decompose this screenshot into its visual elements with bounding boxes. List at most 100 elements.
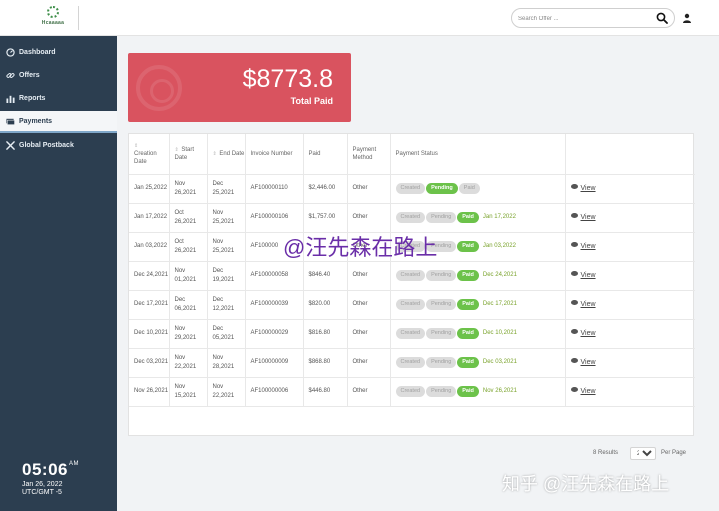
- payment-method-cell: Other: [347, 174, 391, 204]
- status-created-badge: Created: [395, 269, 426, 281]
- actions-cell: View: [565, 174, 695, 204]
- payment-method-cell: Other: [347, 290, 391, 320]
- end-date-cell: Dec 05,2021: [207, 319, 246, 349]
- clock-date: Jan 26, 2022: [22, 481, 63, 488]
- total-paid-label: Total Paid: [290, 96, 333, 106]
- logo-mark-icon: [47, 6, 59, 18]
- main-content: $8773.8 Total Paid ⇕ Creation Date ⇕ Star…: [117, 36, 697, 511]
- table-row: Jan 17,2022 Oct 26,2021 Nov 25,2021 AF10000…: [129, 203, 695, 233]
- view-label: View: [580, 242, 596, 250]
- view-invoice-link[interactable]: View: [570, 184, 596, 192]
- search-icon[interactable]: [656, 12, 668, 24]
- invoice-number-cell: AF100000106: [245, 203, 304, 233]
- status-created-badge: Created: [395, 211, 426, 223]
- status-created-badge: Created: [395, 385, 426, 397]
- per-page-label: Per Page: [661, 450, 687, 456]
- status-pending-badge: Pending: [426, 211, 457, 223]
- actions-cell: View: [565, 203, 695, 233]
- invoice-number-cell: AF100000110: [245, 174, 304, 204]
- paid-amount-cell: $846.40: [303, 261, 348, 291]
- column-header-actions: [565, 134, 695, 175]
- page-scrollbar[interactable]: [697, 36, 719, 511]
- start-date-cell: Nov 01,2021: [169, 261, 208, 291]
- status-paid-badge: Paid: [457, 240, 479, 252]
- actions-cell: View: [565, 377, 695, 407]
- sidebar-item-offers[interactable]: Offers: [0, 65, 117, 87]
- view-invoice-link[interactable]: View: [570, 213, 596, 221]
- payment-status-cell: Created Pending Paid Dec 10,2021: [390, 319, 566, 349]
- sidebar-item-reports[interactable]: Reports: [0, 88, 117, 110]
- eye-icon: [570, 300, 578, 306]
- status-paid-badge: Paid: [457, 385, 479, 397]
- sort-icon: ⇕: [212, 150, 217, 157]
- creation-date-cell: Dec 03,2021: [129, 348, 170, 378]
- paid-date: Jan 17,2022: [482, 213, 516, 220]
- table-header-row: ⇕ Creation Date ⇕ Start Date ⇕ End Date I…: [129, 134, 695, 175]
- total-paid-card: $8773.8 Total Paid: [128, 53, 351, 122]
- column-header-start-date[interactable]: ⇕ Start Date: [169, 134, 208, 175]
- payment-method-cell: Other: [347, 348, 391, 378]
- view-invoice-link[interactable]: View: [570, 300, 596, 308]
- status-created-badge: Created: [395, 356, 426, 368]
- sidebar-item-label: Global Postback: [19, 142, 74, 149]
- user-icon[interactable]: [682, 13, 692, 23]
- actions-cell: View: [565, 232, 695, 262]
- status-pending-badge: Pending: [426, 356, 457, 368]
- paid-amount-cell: $868.80: [303, 348, 348, 378]
- actions-cell: View: [565, 290, 695, 320]
- sidebar-item-label: Offers: [19, 72, 40, 79]
- payments-table: ⇕ Creation Date ⇕ Start Date ⇕ End Date I…: [129, 134, 695, 407]
- column-header-paid: Paid: [303, 134, 348, 175]
- table-row: Dec 24,2021 Nov 01,2021 Dec 19,2021 AF10000…: [129, 261, 695, 291]
- view-invoice-link[interactable]: View: [570, 242, 596, 250]
- payment-status-cell: Created Pending Paid Dec 24,2021: [390, 261, 566, 291]
- table-row: Jan 25,2022 Nov 26,2021 Dec 25,2021 AF10000…: [129, 174, 695, 204]
- search-box[interactable]: [511, 8, 675, 28]
- table-row: Dec 17,2021 Dec 06,2021 Dec 12,2021 AF10000…: [129, 290, 695, 320]
- view-invoice-link[interactable]: View: [570, 329, 596, 337]
- total-paid-value: $8773.8: [242, 65, 333, 93]
- payment-status-cell: Created Pending Paid Nov 26,2021: [390, 377, 566, 407]
- per-page-select[interactable]: 20: [630, 447, 656, 460]
- clock-timezone: UTC/GMT -5: [22, 489, 62, 496]
- paid-date: Dec 10,2021: [482, 329, 517, 336]
- end-date-cell: Nov 25,2021: [207, 232, 246, 262]
- actions-cell: View: [565, 261, 695, 291]
- logo[interactable]: Hcaaaaa: [30, 6, 76, 30]
- money-icon: [6, 118, 15, 125]
- payment-method-cell: Other: [347, 203, 391, 233]
- coin-emblem-icon: [136, 65, 182, 111]
- paid-date: Dec 24,2021: [482, 271, 517, 278]
- footer-watermark: 知乎 @汪先森在路上: [502, 474, 670, 494]
- status-created-badge: Created: [395, 298, 426, 310]
- column-header-creation-date[interactable]: ⇕ Creation Date: [129, 134, 170, 175]
- clock-ampm: AM: [68, 461, 79, 467]
- view-invoice-link[interactable]: View: [570, 387, 596, 395]
- creation-date-cell: Dec 24,2021: [129, 261, 170, 291]
- clock-time: 05:06AM: [22, 460, 79, 479]
- view-invoice-link[interactable]: View: [570, 271, 596, 279]
- paid-amount-cell: $2,446.00: [303, 174, 348, 204]
- invoice-number-cell: AF100000006: [245, 377, 304, 407]
- end-date-cell: Dec 12,2021: [207, 290, 246, 320]
- eye-icon: [570, 358, 578, 364]
- sidebar-item-dashboard[interactable]: Dashboard: [0, 42, 117, 64]
- sidebar-item-payments[interactable]: Payments: [0, 111, 117, 133]
- column-header-end-date[interactable]: ⇕ End Date: [207, 134, 246, 175]
- status-pending-badge: Pending: [426, 298, 457, 310]
- end-date-cell: Nov 28,2021: [207, 348, 246, 378]
- start-date-cell: Nov 26,2021: [169, 174, 208, 204]
- table-row: Nov 26,2021 Nov 15,2021 Nov 22,2021 AF10000…: [129, 377, 695, 407]
- payment-method-cell: Other: [347, 319, 391, 349]
- paid-date: Dec 17,2021: [482, 300, 517, 307]
- logo-text: Hcaaaaa: [41, 20, 65, 26]
- payment-status-cell: Created Pending Paid Dec 03,2021: [390, 348, 566, 378]
- sort-icon: ⇕: [174, 146, 179, 153]
- view-invoice-link[interactable]: View: [570, 358, 596, 366]
- eye-icon: [570, 271, 578, 277]
- paid-amount-cell: $820.00: [303, 290, 348, 320]
- sidebar-item-global-postback[interactable]: Global Postback: [0, 135, 117, 157]
- results-count: 8 Results: [593, 450, 619, 456]
- sidebar-item-label: Payments: [19, 118, 53, 125]
- search-input[interactable]: [518, 12, 648, 25]
